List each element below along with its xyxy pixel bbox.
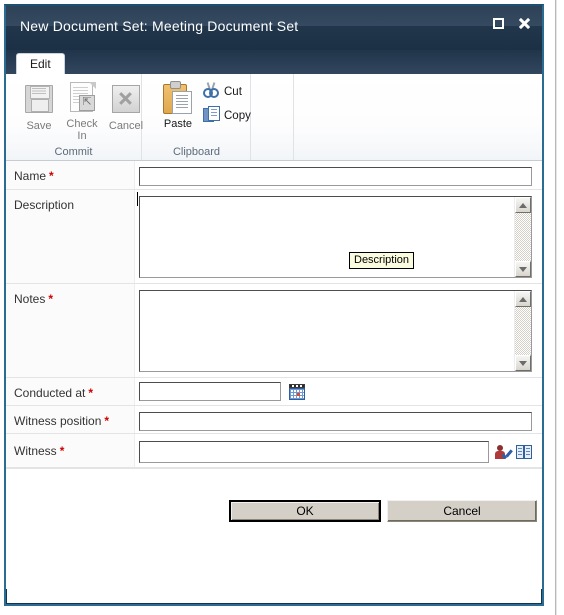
document-set-form: Name * Description Notes * Conducted at … <box>6 161 542 468</box>
window-controls <box>490 15 532 31</box>
ribbon-group-commit-label: Commit <box>54 146 93 158</box>
label-description: Description <box>6 190 135 283</box>
scroll-up-button[interactable] <box>515 291 531 307</box>
form-row-witness-position: Witness position * <box>6 406 542 434</box>
scroll-up-button[interactable] <box>515 197 531 213</box>
page-edge-light <box>556 0 557 615</box>
name-input[interactable] <box>139 167 532 186</box>
check-in-label-line2: In <box>77 130 87 142</box>
label-name-text: Name <box>14 169 47 183</box>
form-row-notes: Notes * <box>6 284 542 378</box>
witness-input[interactable] <box>139 440 489 463</box>
dialog-title: New Document Set: Meeting Document Set <box>20 18 299 34</box>
dialog-footer: OK Cancel <box>6 468 542 589</box>
notes-textarea[interactable] <box>140 291 514 371</box>
required-marker: * <box>88 386 94 400</box>
form-row-witness: Witness * <box>6 434 542 468</box>
dialog-titlebar: New Document Set: Meeting Document Set <box>6 6 542 50</box>
calendar-icon[interactable] <box>289 383 305 400</box>
label-name: Name * <box>6 161 135 189</box>
screenshot-root: New Document Set: Meeting Document Set E… <box>0 0 564 615</box>
people-picker-icons <box>495 444 532 460</box>
check-in-label-line1: Check <box>66 118 98 130</box>
ribbon-button-copy-label: Copy <box>224 109 251 122</box>
scroll-down-button[interactable] <box>515 355 531 371</box>
label-conducted-at: Conducted at * <box>6 378 135 405</box>
required-marker: * <box>59 444 65 458</box>
address-book-icon[interactable] <box>516 444 532 460</box>
description-textarea-wrap <box>139 196 532 278</box>
cancel-button[interactable]: Cancel <box>387 500 537 522</box>
label-description-text: Description <box>14 198 75 212</box>
page-edge-line <box>555 0 556 615</box>
label-witness-position: Witness position * <box>6 406 135 433</box>
ribbon-button-paste-label: Paste <box>163 118 193 130</box>
new-document-set-dialog: New Document Set: Meeting Document Set E… <box>4 4 544 606</box>
form-row-name: Name * <box>6 161 542 190</box>
label-notes-text: Notes <box>14 292 46 306</box>
check-names-icon[interactable] <box>495 444 511 460</box>
ribbon-button-cut[interactable]: Cut <box>203 82 242 101</box>
form-row-conducted-at: Conducted at * <box>6 378 542 406</box>
ribbon: Save ⇱ Check In Cancel Commit Paste Cut … <box>6 74 542 161</box>
notes-scrollbar[interactable] <box>514 291 531 371</box>
form-row-description: Description <box>6 190 542 284</box>
label-notes: Notes * <box>6 284 135 377</box>
ribbon-tabstrip: Edit <box>6 50 542 74</box>
description-scrollbar[interactable] <box>514 197 531 277</box>
ribbon-group-empty <box>252 74 294 160</box>
notes-textarea-wrap <box>139 290 532 372</box>
description-textarea[interactable] <box>140 197 514 277</box>
scissors-icon <box>203 82 219 101</box>
conducted-at-input[interactable] <box>139 382 281 401</box>
witness-position-input[interactable] <box>139 412 532 431</box>
tab-edit[interactable]: Edit <box>16 53 65 74</box>
close-icon[interactable] <box>516 15 532 31</box>
label-conducted-at-text: Conducted at <box>14 386 86 400</box>
ribbon-button-paste[interactable]: Paste <box>148 78 208 130</box>
label-witness-position-text: Witness position <box>14 414 102 428</box>
required-marker: * <box>48 292 54 306</box>
ribbon-button-cut-label: Cut <box>224 85 242 98</box>
required-marker: * <box>49 169 54 183</box>
clipboard-icon <box>148 78 208 116</box>
required-marker: * <box>104 414 110 428</box>
restore-icon[interactable] <box>490 15 506 31</box>
ribbon-group-commit: Save ⇱ Check In Cancel Commit <box>6 74 143 160</box>
scroll-down-button[interactable] <box>515 261 531 277</box>
ribbon-button-copy[interactable]: Copy <box>203 106 251 125</box>
text-caret <box>137 192 138 206</box>
description-tooltip: Description <box>349 252 415 269</box>
copy-pages-icon <box>203 106 220 125</box>
ribbon-group-clipboard-label: Clipboard <box>172 146 221 158</box>
label-witness: Witness * <box>6 434 135 467</box>
ok-button[interactable]: OK <box>229 500 381 522</box>
label-witness-text: Witness <box>14 444 57 458</box>
ribbon-group-clipboard: Paste Cut Copy Clipboard <box>143 74 251 160</box>
